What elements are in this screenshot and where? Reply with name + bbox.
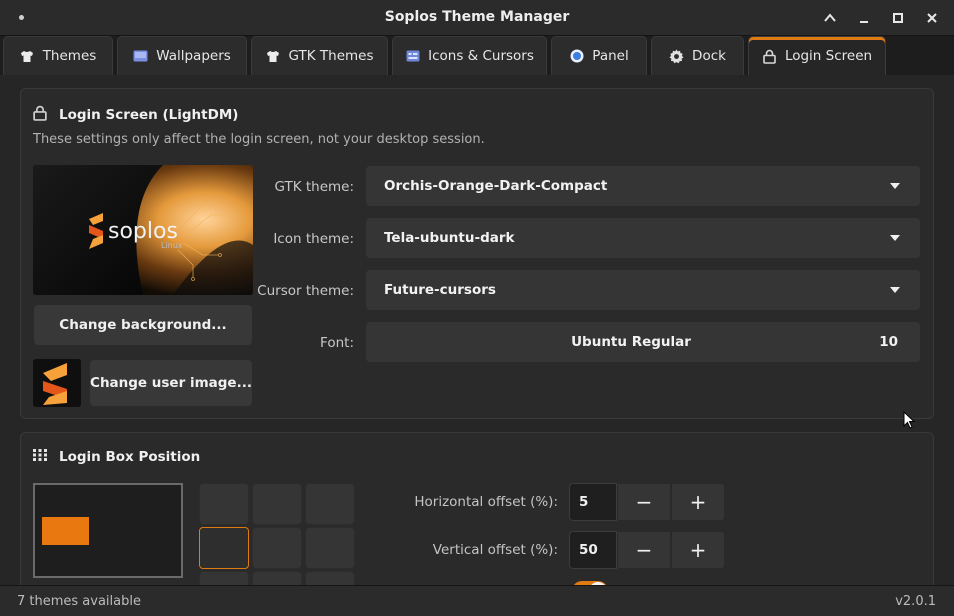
- user-avatar: [33, 359, 81, 407]
- dropdown-arrow-icon: [890, 287, 900, 293]
- chevron-up-icon[interactable]: [820, 8, 840, 28]
- status-bar: 7 themes available v2.0.1: [0, 585, 954, 616]
- horizontal-increment-button[interactable]: +: [671, 483, 725, 521]
- tab-gtk-themes[interactable]: GTK Themes: [251, 36, 388, 75]
- close-icon[interactable]: [922, 8, 942, 28]
- horizontal-offset-spin: 5 − +: [569, 483, 725, 521]
- position-preview: [33, 483, 183, 578]
- gear-icon: [669, 48, 684, 64]
- maximize-icon[interactable]: [888, 8, 908, 28]
- tab-bar: Themes Wallpapers GTK Themes Icons & Cur…: [0, 36, 954, 76]
- vertical-offset-label: Vertical offset (%):: [432, 542, 558, 558]
- position-bottom-right[interactable]: [305, 571, 355, 585]
- mouse-pointer-icon: [903, 410, 916, 433]
- gtk-theme-label: GTK theme:: [274, 179, 354, 195]
- position-middle-center[interactable]: [252, 527, 302, 569]
- tab-icons-cursors[interactable]: Icons & Cursors: [392, 36, 547, 75]
- position-bottom-center[interactable]: [252, 571, 302, 585]
- position-top-left[interactable]: [199, 483, 249, 525]
- change-background-button[interactable]: Change background...: [33, 304, 253, 346]
- panel-icon: [569, 49, 584, 64]
- font-size: 10: [879, 334, 898, 350]
- font-name: Ubuntu Regular: [571, 334, 691, 350]
- position-top-center[interactable]: [252, 483, 302, 525]
- login-screen-page: Login Screen (LightDM) These settings on…: [0, 75, 954, 585]
- vertical-offset-input[interactable]: 50: [569, 531, 617, 569]
- window-title: Soplos Theme Manager: [384, 9, 570, 25]
- position-middle-right[interactable]: [305, 527, 355, 569]
- login-box-position-frame: Login Box Position Horizontal offset (%)…: [20, 432, 934, 585]
- font-chooser-button[interactable]: Ubuntu Regular 10: [365, 321, 921, 363]
- tab-label: Login Screen: [784, 48, 873, 64]
- tab-login-screen[interactable]: Login Screen: [748, 36, 886, 75]
- frame-header: Login Box Position: [33, 449, 200, 465]
- tab-label: Themes: [42, 48, 97, 64]
- vertical-increment-button[interactable]: +: [671, 531, 725, 569]
- tshirt-icon: [266, 49, 281, 64]
- login-box-marker: [42, 517, 89, 545]
- tab-panel[interactable]: Panel: [551, 36, 647, 75]
- tshirt-icon: [20, 49, 35, 64]
- minimize-icon[interactable]: [854, 8, 874, 28]
- vertical-decrement-button[interactable]: −: [617, 531, 671, 569]
- icons-icon: [405, 49, 420, 64]
- gtk-theme-value: Orchis-Orange-Dark-Compact: [384, 178, 608, 194]
- tab-label: Wallpapers: [156, 48, 231, 64]
- horizontal-decrement-button[interactable]: −: [617, 483, 671, 521]
- frame-title: Login Screen (LightDM): [59, 107, 239, 123]
- tab-label: Panel: [592, 48, 629, 64]
- tab-wallpapers[interactable]: Wallpapers: [117, 36, 247, 75]
- frame-header: Login Screen (LightDM): [33, 105, 238, 125]
- frame-title: Login Box Position: [59, 449, 201, 465]
- cursor-theme-combo[interactable]: Future-cursors: [365, 269, 921, 311]
- icon-theme-label: Icon theme:: [273, 231, 354, 247]
- tab-dock[interactable]: Dock: [651, 36, 744, 75]
- vertical-offset-spin: 50 − +: [569, 531, 725, 569]
- cursor-theme-label: Cursor theme:: [257, 283, 354, 299]
- cursor-theme-value: Future-cursors: [384, 282, 496, 298]
- title-bar: Soplos Theme Manager: [0, 0, 954, 36]
- background-preview-image: soplos Linux: [33, 165, 253, 295]
- tab-label: GTK Themes: [288, 48, 374, 64]
- preview-sub-text: Linux: [161, 241, 183, 250]
- tab-label: Dock: [692, 48, 726, 64]
- horizontal-offset-label: Horizontal offset (%):: [414, 494, 558, 510]
- tab-themes[interactable]: Themes: [3, 36, 113, 75]
- icon-theme-combo[interactable]: Tela-ubuntu-dark: [365, 217, 921, 259]
- horizontal-offset-input[interactable]: 5: [569, 483, 617, 521]
- font-label: Font:: [320, 335, 354, 351]
- dropdown-arrow-icon: [890, 183, 900, 189]
- login-screen-frame: Login Screen (LightDM) These settings on…: [20, 88, 934, 419]
- icon-theme-value: Tela-ubuntu-dark: [384, 230, 515, 246]
- version-text: v2.0.1: [895, 594, 936, 609]
- image-icon: [133, 49, 148, 64]
- position-top-right[interactable]: [305, 483, 355, 525]
- tab-label: Icons & Cursors: [428, 48, 534, 64]
- position-bottom-left[interactable]: [199, 571, 249, 585]
- frame-subtitle: These settings only affect the login scr…: [33, 132, 485, 147]
- themes-count-text: 7 themes available: [17, 594, 141, 609]
- lock-icon: [762, 49, 777, 64]
- background-preview: soplos Linux: [33, 165, 253, 295]
- gtk-theme-combo[interactable]: Orchis-Orange-Dark-Compact: [365, 165, 921, 207]
- lock-icon: [33, 105, 47, 125]
- dropdown-arrow-icon: [890, 235, 900, 241]
- soplos-logo-icon: [33, 359, 81, 407]
- change-user-image-button[interactable]: Change user image...: [89, 359, 253, 407]
- grid-icon: [33, 449, 47, 465]
- position-middle-left[interactable]: [199, 527, 249, 569]
